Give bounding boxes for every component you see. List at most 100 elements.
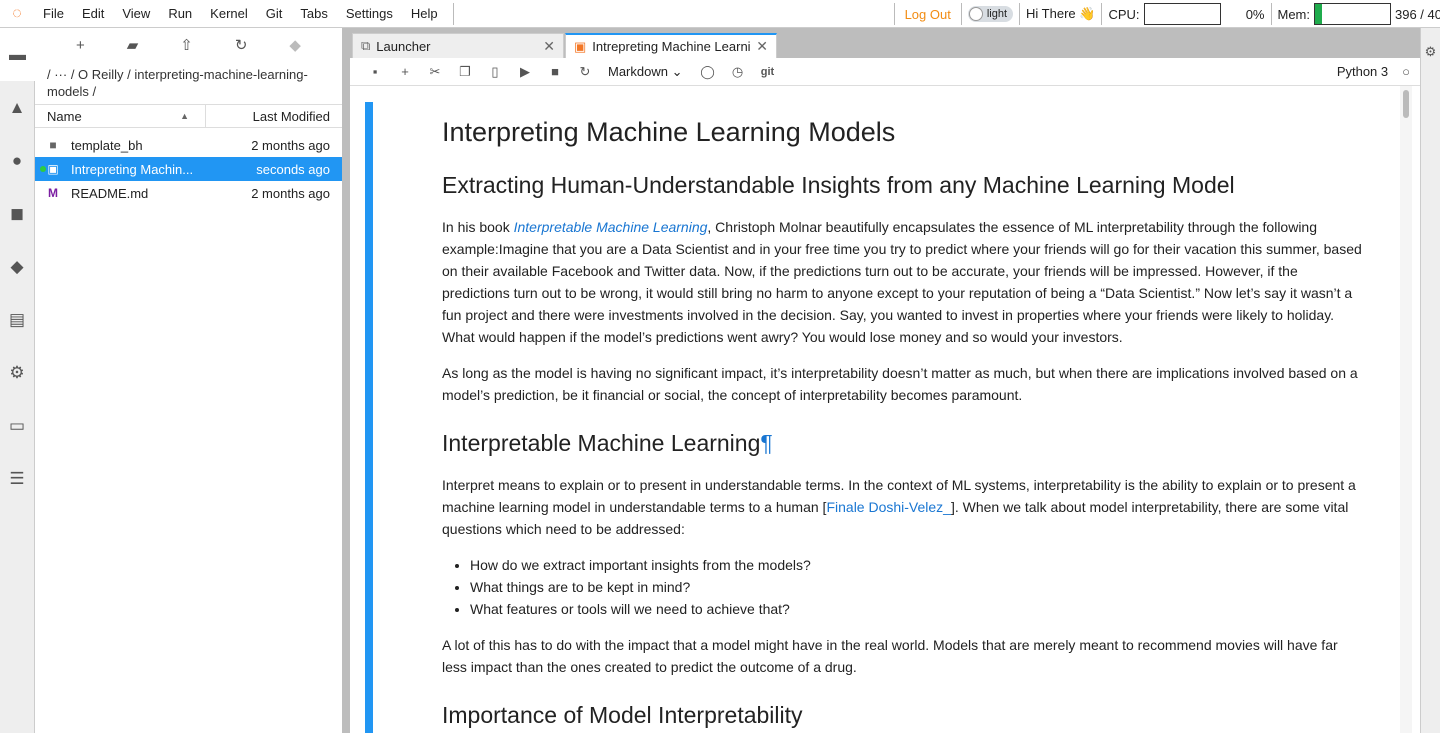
text: In his book <box>442 219 514 235</box>
mem-meter-fill <box>1315 4 1323 24</box>
github-icon[interactable]: ● <box>0 134 34 187</box>
bullet-list: How do we extract important insights fro… <box>470 554 1364 620</box>
folder-icon[interactable]: ▬ <box>0 28 35 81</box>
active-cell-indicator <box>365 102 373 733</box>
toggle-knob <box>968 7 983 21</box>
cut-icon[interactable]: ✂ <box>420 64 450 80</box>
logout-button[interactable]: Log Out <box>901 7 955 22</box>
git-button[interactable]: git <box>752 66 782 78</box>
new-folder-icon[interactable]: ▰ <box>127 36 139 54</box>
column-last-modified[interactable]: Last Modified <box>206 109 342 124</box>
sort-up-icon: ▲ <box>180 111 189 121</box>
status-area: Log Out light Hi There 👋 CPU: 0% Mem: 39… <box>888 0 1440 28</box>
notebook-toolbar: ▪ + ✂ ❐ ▯ ▶ ■ ↻ Markdown ⌄ ◯ ◷ git Pytho… <box>350 58 1420 86</box>
menu-bar: ◌ File Edit View Run Kernel Git Tabs Set… <box>0 0 1440 28</box>
scrollbar-thumb[interactable] <box>1403 90 1409 118</box>
git-icon[interactable]: ◆ <box>0 240 34 293</box>
cell-type-select[interactable]: Markdown ⌄ <box>608 64 682 80</box>
divider <box>960 3 962 25</box>
paragraph: Interpret means to explain or to present… <box>442 474 1364 540</box>
file-modified: 2 months ago <box>251 185 330 201</box>
close-icon[interactable]: ✕ <box>543 38 555 55</box>
git-clone-icon[interactable]: ◆ <box>289 36 301 54</box>
tab-label: Intrepreting Machine Learning Models.ipy… <box>592 39 751 54</box>
settings-icon[interactable]: ⚙ <box>1421 44 1440 60</box>
stop-icon[interactable]: ■ <box>540 64 570 79</box>
menu-run[interactable]: Run <box>159 6 201 21</box>
menu-tabs[interactable]: Tabs <box>291 6 336 21</box>
column-name[interactable]: Name ▲ <box>35 105 206 127</box>
copy-icon[interactable]: ❐ <box>450 64 480 80</box>
breadcrumb[interactable]: / ··· / O Reilly / interpreting-machine-… <box>35 62 342 104</box>
divider <box>1101 3 1103 25</box>
jupyter-logo-icon: ◌ <box>12 4 22 22</box>
column-name-label: Name <box>47 108 82 124</box>
section-heading: Importance of Model Interpretability <box>442 702 803 728</box>
menu-edit[interactable]: Edit <box>73 6 113 21</box>
running-icon[interactable]: ◼ <box>0 187 34 240</box>
menu-help[interactable]: Help <box>402 6 447 21</box>
markdown-cell[interactable]: Interpreting Machine Learning Models Ext… <box>442 116 1364 733</box>
toc-icon[interactable]: ☰ <box>0 452 34 505</box>
menu-view[interactable]: View <box>113 6 159 21</box>
file-row[interactable]: ▣ Intrepreting Machin... seconds ago <box>35 157 342 181</box>
paragraph: A lot of this has to do with the impact … <box>442 637 1338 675</box>
property-inspector-icon[interactable]: ▤ <box>0 293 34 346</box>
file-modified: seconds ago <box>256 161 330 177</box>
file-browser: + ▰ ⇧ ↻ ◆ / ··· / O Reilly / interpretin… <box>35 28 342 733</box>
section-heading: Interpretable Machine Learning¶ <box>442 428 1364 458</box>
heading-text: Interpretable Machine Learning <box>442 430 761 456</box>
tab-notebook[interactable]: ▣ Intrepreting Machine Learning Models.ip… <box>565 33 777 58</box>
file-row[interactable]: M README.md 2 months ago <box>35 181 342 205</box>
list-item: How do we extract important insights fro… <box>470 554 1364 576</box>
refresh-icon[interactable]: ↻ <box>235 36 248 54</box>
tabs-icon[interactable]: ▭ <box>0 399 34 452</box>
launcher-icon: ⧉ <box>361 38 371 53</box>
new-launcher-icon[interactable]: + <box>76 37 85 54</box>
clock-icon[interactable]: ◷ <box>722 64 752 80</box>
citation-link[interactable]: Finale Doshi-Velez_ <box>826 499 951 515</box>
paste-icon[interactable]: ▯ <box>480 64 510 80</box>
file-name: template_bh <box>71 137 143 153</box>
file-row[interactable]: ■ template_bh 2 months ago <box>35 133 342 157</box>
mem-value: 396 / 4096 MB <box>1395 6 1440 22</box>
theme-toggle[interactable]: light <box>967 6 1014 22</box>
main-area: ⧉ Launcher ✕ ▣ Intrepreting Machine Learnin… <box>350 28 1420 733</box>
kernel-name[interactable]: Python 3 <box>1337 64 1388 79</box>
scrollbar[interactable] <box>1400 86 1412 733</box>
anchor-link[interactable]: ¶ <box>760 430 772 456</box>
file-name: Intrepreting Machin... <box>71 161 194 177</box>
cpu-value: 0% <box>1245 6 1265 22</box>
tab-launcher[interactable]: ⧉ Launcher ✕ <box>352 33 564 58</box>
close-icon[interactable]: ✕ <box>756 38 768 55</box>
notebook-content: Interpreting Machine Learning Models Ext… <box>350 86 1420 733</box>
paragraph: As long as the model is having no signif… <box>442 365 1358 403</box>
restart-icon[interactable]: ↻ <box>570 64 600 80</box>
menu-settings[interactable]: Settings <box>337 6 402 21</box>
folder-icon: ■ <box>49 138 57 152</box>
mem-label: Mem: <box>1277 6 1311 22</box>
save-icon[interactable]: ▪ <box>360 64 390 79</box>
variable-inspector-icon[interactable]: ◯ <box>692 64 722 80</box>
cell-type-value: Markdown <box>608 63 668 79</box>
kernel-status-icon: ○ <box>1402 64 1410 79</box>
cpu-label: CPU: <box>1108 6 1140 22</box>
tab-label: Launcher <box>376 38 431 54</box>
extensions-icon[interactable]: ⚙ <box>0 346 34 399</box>
add-cell-icon[interactable]: + <box>390 64 420 79</box>
upload-icon[interactable]: ⇧ <box>180 36 193 54</box>
menu-kernel[interactable]: Kernel <box>201 6 257 21</box>
paragraph: In his book Interpretable Machine Learni… <box>442 216 1364 348</box>
book-link[interactable]: Interpretable Machine Learning <box>514 219 708 235</box>
list-item: What things are to be kept in mind? <box>470 576 1364 598</box>
notebook-icon: ▣ <box>574 38 587 54</box>
list-item: What features or tools will we need to a… <box>470 598 1364 620</box>
run-icon[interactable]: ▶ <box>510 64 540 80</box>
title-heading: Interpreting Machine Learning Models <box>442 117 896 147</box>
menu-file[interactable]: File <box>34 6 73 21</box>
panel-splitter[interactable] <box>342 28 350 733</box>
text: , Christoph Molnar beautifully encapsula… <box>442 219 1362 345</box>
menu-git[interactable]: Git <box>257 6 292 21</box>
divider <box>452 2 454 25</box>
google-drive-icon[interactable]: ▲ <box>0 81 34 134</box>
